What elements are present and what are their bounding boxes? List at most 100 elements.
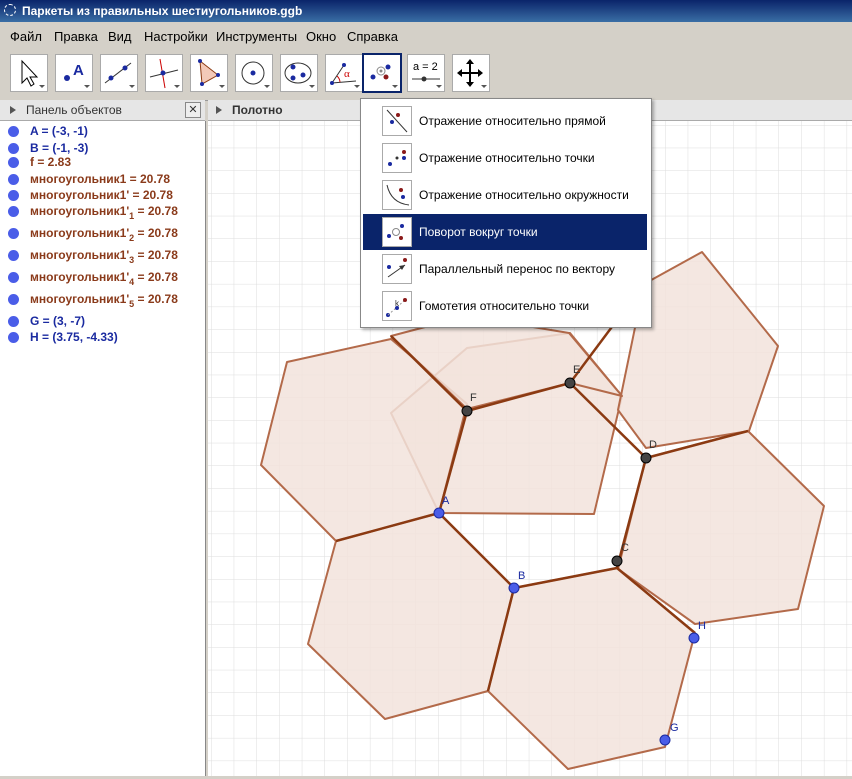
- object-label: многоугольник1'3 = 20.78: [30, 248, 178, 265]
- app-icon: [4, 4, 16, 16]
- reflect-point-item[interactable]: Отражение относительно точки: [363, 140, 647, 176]
- point-e[interactable]: [564, 377, 576, 389]
- label-g: G: [670, 722, 679, 734]
- slider-icon: a = 2: [412, 61, 442, 88]
- dilate-from-point-item[interactable]: k Гомотетия относительно точки: [363, 288, 647, 324]
- menu-item-label: Отражение относительно окружности: [419, 188, 629, 202]
- reflect-circle-icon: [382, 180, 412, 210]
- label-d: D: [649, 439, 657, 451]
- menu-window[interactable]: Окно: [306, 29, 336, 44]
- reflect-point-icon: [382, 143, 412, 173]
- reflect-line-icon: [382, 106, 412, 136]
- menu-item-label: Отражение относительно прямой: [419, 114, 606, 128]
- label-a: A: [442, 495, 450, 507]
- collapse-arrow-icon[interactable]: [10, 106, 16, 114]
- slider-label: a = 2: [413, 61, 438, 73]
- visibility-dot-icon[interactable]: [8, 332, 19, 343]
- point-d[interactable]: [640, 452, 652, 464]
- label-c: C: [621, 542, 629, 554]
- menu-bar: Файл Правка Вид Настройки Инструменты Ок…: [0, 25, 852, 47]
- visibility-dot-icon[interactable]: [8, 228, 19, 239]
- menu-view[interactable]: Вид: [108, 29, 132, 44]
- polygon-icon: [198, 59, 225, 88]
- visibility-dot-icon[interactable]: [8, 143, 19, 154]
- visibility-dot-icon[interactable]: [8, 190, 19, 201]
- menu-settings[interactable]: Настройки: [144, 29, 208, 44]
- point-c[interactable]: [611, 555, 623, 567]
- translate-by-vector-item[interactable]: Параллельный перенос по вектору: [363, 251, 647, 287]
- label-f: F: [470, 392, 477, 404]
- menu-tools[interactable]: Инструменты: [216, 29, 297, 44]
- object-label: многоугольник1 = 20.78: [30, 172, 171, 186]
- svg-text:α: α: [344, 68, 350, 80]
- toolbar: A α a = 2: [0, 50, 852, 101]
- perpendicular-line-icon: [149, 58, 180, 89]
- object-label: G = (3, -7): [30, 314, 86, 328]
- objects-panel-title: Панель объектов: [26, 103, 122, 117]
- translate-icon: [382, 254, 412, 284]
- slider-tool-button[interactable]: a = 2: [407, 54, 445, 92]
- move-arrows-icon: [457, 59, 487, 88]
- menu-edit[interactable]: Правка: [54, 29, 98, 44]
- visibility-dot-icon[interactable]: [8, 316, 19, 327]
- move-tool-button[interactable]: [10, 54, 48, 92]
- object-label: многоугольник1'2 = 20.78: [30, 226, 178, 243]
- point-a[interactable]: [433, 507, 445, 519]
- visibility-dot-icon[interactable]: [8, 272, 19, 283]
- window-title: Паркеты из правильных шестиугольников.gg…: [22, 4, 303, 18]
- transform-tool-button[interactable]: [362, 53, 402, 93]
- point-f[interactable]: [461, 405, 473, 417]
- visibility-dot-icon[interactable]: [8, 294, 19, 305]
- angle-icon: α: [330, 63, 360, 88]
- close-panel-button[interactable]: ✕: [185, 102, 201, 118]
- menu-help[interactable]: Справка: [347, 29, 398, 44]
- visibility-dot-icon[interactable]: [8, 174, 19, 185]
- menu-item-label: Гомотетия относительно точки: [419, 299, 590, 313]
- label-b: B: [518, 570, 525, 582]
- rotate-point-icon: [370, 64, 398, 88]
- collapse-arrow-icon[interactable]: [216, 106, 222, 114]
- object-label: многоугольник1'5 = 20.78: [30, 292, 178, 309]
- title-bar: Паркеты из правильных шестиугольников.gg…: [0, 0, 852, 22]
- rotate-icon: [382, 217, 412, 247]
- menu-item-label: Отражение относительно точки: [419, 151, 595, 165]
- move-view-tool-button[interactable]: [452, 54, 490, 92]
- dilate-icon: k: [382, 291, 412, 321]
- object-label: H = (3.75, -4.33): [30, 330, 118, 344]
- point-b[interactable]: [508, 582, 520, 594]
- label-h: H: [698, 620, 706, 632]
- circle-tool-button[interactable]: [235, 54, 273, 92]
- menu-item-label: Параллельный перенос по вектору: [419, 262, 616, 276]
- rotate-around-point-item[interactable]: Поворот вокруг точки: [363, 214, 647, 250]
- visibility-dot-icon[interactable]: [8, 157, 19, 168]
- point-icon: A: [64, 62, 90, 88]
- cursor-arrow-icon: [21, 59, 45, 88]
- line-tool-button[interactable]: [100, 54, 138, 92]
- object-label: многоугольник1' = 20.78: [30, 188, 173, 202]
- polygon-tool-button[interactable]: [190, 54, 228, 92]
- conic-tool-button[interactable]: [280, 54, 318, 92]
- visibility-dot-icon[interactable]: [8, 250, 19, 261]
- point-g[interactable]: [659, 734, 671, 746]
- menu-item-label: Поворот вокруг точки: [419, 225, 538, 239]
- menu-file[interactable]: Файл: [10, 29, 42, 44]
- reflect-line-item[interactable]: Отражение относительно прямой: [363, 103, 647, 139]
- point-h[interactable]: [688, 632, 700, 644]
- point-tool-button[interactable]: A: [55, 54, 93, 92]
- visibility-dot-icon[interactable]: [8, 126, 19, 137]
- circle-icon: [241, 61, 270, 88]
- object-label: f = 2.83: [30, 155, 72, 169]
- object-label: A = (-3, -1): [30, 124, 88, 138]
- perpendicular-tool-button[interactable]: [145, 54, 183, 92]
- line-icon: [104, 62, 135, 88]
- canvas-title: Полотно: [232, 103, 283, 117]
- svg-text:A: A: [73, 62, 84, 79]
- reflect-circle-item[interactable]: Отражение относительно окружности: [363, 177, 647, 213]
- objects-panel-header: Панель объектов ✕: [0, 100, 205, 121]
- conic-icon: [284, 62, 315, 88]
- transform-tools-dropdown: Отражение относительно прямой Отражение …: [360, 98, 652, 328]
- angle-tool-button[interactable]: α: [325, 54, 363, 92]
- object-label: многоугольник1'4 = 20.78: [30, 270, 178, 287]
- visibility-dot-icon[interactable]: [8, 206, 19, 217]
- objects-panel: A = (-3, -1) B = (-1, -3) f = 2.83 много…: [0, 121, 206, 776]
